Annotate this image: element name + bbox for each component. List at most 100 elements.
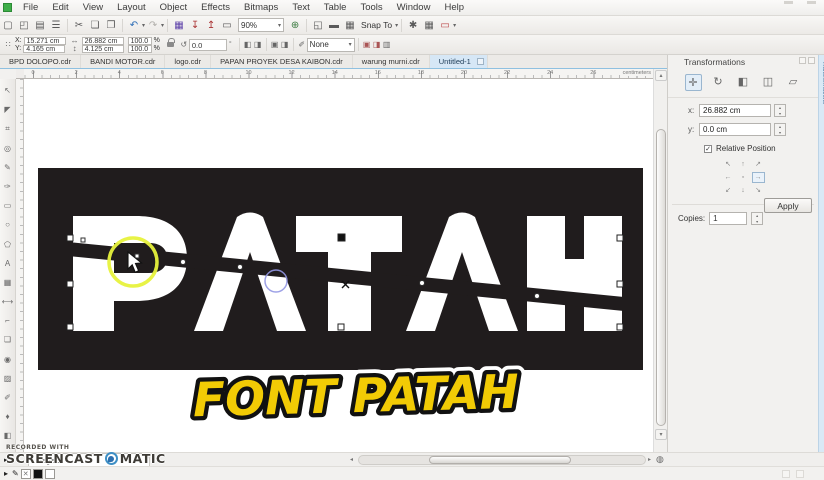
menu-item[interactable]: Layout <box>110 1 153 14</box>
y-position-field[interactable]: 4.165 cm <box>23 45 65 53</box>
anchor-point[interactable]: ↙ <box>722 185 735 196</box>
scroll-up-icon[interactable]: ▴ <box>655 70 667 81</box>
zoom-tool-icon[interactable]: ◍ <box>656 454 664 465</box>
quick-customize-icon[interactable]: ▣ <box>362 40 372 49</box>
scroll-left-icon[interactable]: ◂ <box>350 456 353 463</box>
scale-y-field[interactable]: 100.0 <box>128 45 152 53</box>
toolbox-tool[interactable]: ◧ <box>1 426 15 445</box>
anchor-point[interactable]: ↑ <box>737 159 750 170</box>
collapse-icon[interactable] <box>799 57 806 64</box>
menu-item[interactable]: Edit <box>45 1 75 14</box>
menu-item[interactable]: Effects <box>194 1 237 14</box>
x-offset-spinner[interactable]: ▴ ▾ <box>774 104 786 117</box>
copies-field[interactable]: 1 <box>709 212 747 225</box>
document-tab-active[interactable]: Untitled-1 <box>430 55 488 68</box>
show-grid-icon[interactable]: ▦ <box>342 17 358 34</box>
presentation-dropdown-icon[interactable]: ▾ <box>453 22 456 29</box>
rotation-angle-field[interactable]: 0.0 <box>189 39 227 51</box>
welcome-screen-icon[interactable]: ▦ <box>421 17 437 34</box>
zoom-level-combo[interactable]: 90% ▾ <box>238 18 284 32</box>
horizontal-scrollbar[interactable] <box>358 455 646 465</box>
anchor-point[interactable]: ↖ <box>722 159 735 170</box>
menu-item[interactable]: Table <box>317 1 354 14</box>
toolbox-tool[interactable]: ✐ <box>1 388 15 407</box>
export-icon[interactable]: ↥ <box>203 17 219 34</box>
size-transform-icon[interactable]: ◫ <box>760 74 777 91</box>
document-tab[interactable]: logo.cdr <box>165 55 211 68</box>
menu-item[interactable]: Help <box>437 1 471 14</box>
window-controls[interactable] <box>784 1 816 4</box>
toolbox-tool[interactable]: ❏ <box>1 330 15 349</box>
show-rulers-icon[interactable]: ▬ <box>326 17 342 34</box>
toolbox-tool[interactable]: A <box>1 254 15 273</box>
undo-icon[interactable]: ↶ <box>126 17 142 34</box>
document-tab[interactable]: BANDI MOTOR.cdr <box>81 55 165 68</box>
toolbox-tool[interactable]: ♦ <box>1 407 15 426</box>
scroll-down-icon[interactable]: ▾ <box>655 429 667 440</box>
edit-fill-icon[interactable]: ◨ <box>372 40 382 49</box>
options-icon[interactable]: ✱ <box>405 17 421 34</box>
y-offset-spinner[interactable]: ▴ ▾ <box>774 123 786 136</box>
anchor-point[interactable]: ▫ <box>737 172 750 183</box>
vertical-ruler[interactable] <box>16 79 24 452</box>
print-icon[interactable]: ☰ <box>48 17 64 34</box>
skew-transform-icon[interactable]: ▱ <box>785 74 802 91</box>
cut-icon[interactable]: ✂ <box>71 17 87 34</box>
ruler-origin-corner[interactable] <box>16 69 24 79</box>
height-field[interactable]: 4.125 cm <box>82 45 124 53</box>
toolbox-tool[interactable]: ▦ <box>1 273 15 292</box>
horizontal-ruler[interactable]: 0246810121416182022242628 centimeters <box>24 69 653 79</box>
menu-item[interactable]: View <box>76 1 110 14</box>
toolbox-tool[interactable]: ↖ <box>1 81 15 100</box>
document-tab[interactable]: PAPAN PROYEK DESA KAIBON.cdr <box>211 55 353 68</box>
toolbox-tool[interactable]: ✎ <box>1 158 15 177</box>
menu-item[interactable]: Text <box>285 1 316 14</box>
toolbox-tool[interactable]: ✑ <box>1 177 15 196</box>
more-options-icon[interactable]: ▥ <box>382 40 392 49</box>
position-transform-icon[interactable]: ✛ <box>685 74 702 91</box>
toolbox-tool[interactable]: ⌐ <box>1 311 15 330</box>
paste-icon[interactable]: ❐ <box>103 17 119 34</box>
spinner-down-icon[interactable]: ▾ <box>775 130 785 136</box>
fill-color-swatch[interactable] <box>33 469 43 479</box>
toolbox-tool[interactable]: ⟷ <box>1 292 15 311</box>
anchor-point[interactable]: → <box>752 172 765 183</box>
redo-icon[interactable]: ↷ <box>145 17 161 34</box>
outline-width-combo[interactable]: None ▾ <box>307 38 355 52</box>
mirror-horizontal-icon[interactable]: ◧ <box>243 40 253 49</box>
import-icon[interactable]: ↧ <box>187 17 203 34</box>
anchor-point[interactable]: ↓ <box>737 185 750 196</box>
minimize-icon[interactable] <box>784 1 793 4</box>
x-offset-field[interactable]: 26.882 cm <box>699 104 771 117</box>
align-icon[interactable]: ◨ <box>280 40 290 49</box>
menu-item[interactable]: Tools <box>353 1 389 14</box>
copy-icon[interactable]: ❏ <box>87 17 103 34</box>
vertical-scrollbar-thumb[interactable] <box>656 129 666 426</box>
menu-item[interactable]: Window <box>390 1 438 14</box>
toolbox-tool[interactable]: ▨ <box>1 369 15 388</box>
anchor-point[interactable]: ↗ <box>752 159 765 170</box>
page-tab[interactable]: Page 1 <box>28 453 150 466</box>
copies-spinner[interactable]: ▴ ▾ <box>751 212 763 225</box>
snap-to-dropdown-icon[interactable]: ▾ <box>395 22 398 29</box>
toolbox-tool[interactable]: ○ <box>1 215 15 234</box>
menu-item[interactable]: Object <box>153 1 194 14</box>
width-field[interactable]: 26.882 cm <box>82 37 124 45</box>
lock-ratio-icon[interactable] <box>167 42 174 47</box>
text-wrap-icon[interactable]: ▣ <box>270 40 280 49</box>
close-icon[interactable] <box>808 57 815 64</box>
zoom-plus-icon[interactable]: ⊕ <box>287 17 303 34</box>
apply-button[interactable]: Apply <box>764 198 812 213</box>
app-launcher-icon[interactable]: ▦ <box>171 17 187 34</box>
y-offset-field[interactable]: 0.0 cm <box>699 123 771 136</box>
toolbox-tool[interactable]: ⬠ <box>1 235 15 254</box>
fullscreen-preview-icon[interactable]: ◱ <box>310 17 326 34</box>
scale-mirror-transform-icon[interactable]: ◧ <box>735 74 752 91</box>
toolbox-tool[interactable]: ◎ <box>1 139 15 158</box>
rotate-transform-icon[interactable]: ↻ <box>710 74 727 91</box>
close-icon[interactable] <box>477 58 484 65</box>
toolbox-tool[interactable]: ⌗ <box>1 119 15 138</box>
x-position-field[interactable]: 15.271 cm <box>24 37 66 45</box>
new-document-icon[interactable]: ▢ <box>0 17 16 34</box>
anchor-point[interactable]: ↘ <box>752 185 765 196</box>
